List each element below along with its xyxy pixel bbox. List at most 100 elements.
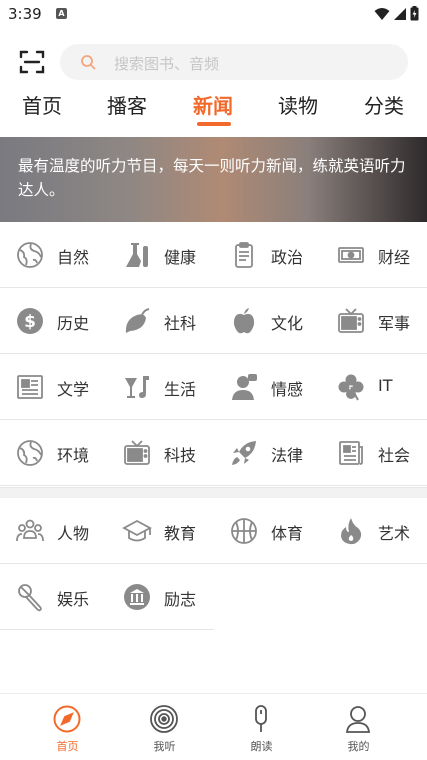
category-label: IT: [378, 376, 393, 395]
nav-profile[interactable]: 我的: [305, 694, 412, 760]
category-row: $ 历史 社科 文化 军事: [0, 288, 427, 354]
category-label: 社会: [378, 446, 411, 465]
graduation-cap-icon: [122, 519, 152, 542]
category-label: 自然: [57, 248, 90, 267]
wifi-icon: [374, 7, 390, 20]
category-politics[interactable]: 政治: [214, 222, 321, 288]
category-law[interactable]: 法律: [214, 420, 321, 486]
scan-icon: [19, 50, 45, 74]
section-divider: [0, 487, 427, 498]
category-education[interactable]: 教育: [107, 498, 214, 564]
scan-button[interactable]: [18, 48, 46, 76]
category-health[interactable]: 健康: [107, 222, 214, 288]
category-row: 文学 生活 情感 IT: [0, 354, 427, 420]
status-icons: [374, 6, 419, 21]
nav-read-aloud[interactable]: 朗读: [208, 694, 315, 760]
category-label: 历史: [57, 314, 90, 333]
search-input[interactable]: 搜索图书、音频: [60, 44, 408, 80]
notification-badge-icon: A: [56, 8, 67, 19]
category-label: 政治: [271, 248, 304, 267]
category-label: 军事: [378, 314, 411, 333]
category-label: 生活: [164, 380, 197, 399]
category-it[interactable]: IT: [321, 354, 427, 420]
category-label: 情感: [271, 380, 304, 399]
banknote-icon: [338, 247, 364, 263]
category-art[interactable]: 艺术: [321, 498, 427, 564]
newspaper-icon: [17, 375, 43, 399]
compass-icon: [53, 705, 81, 733]
category-label: 社科: [164, 314, 197, 333]
leaf-icon: [125, 308, 150, 333]
search-icon: [81, 55, 96, 70]
signal-icon: [394, 7, 406, 20]
mic-icon: [255, 705, 267, 732]
search-row: 搜索图书、音频: [0, 42, 427, 82]
category-emotion[interactable]: 情感: [214, 354, 321, 420]
people-icon: [16, 519, 44, 542]
news-banner[interactable]: 最有温度的听力节目，每天一则听力新闻，练就英语听力达人。: [0, 137, 427, 222]
globe-icon: [17, 242, 43, 268]
category-inspiration[interactable]: 励志: [107, 564, 214, 630]
microphone-icon: [18, 584, 42, 612]
category-culture[interactable]: 文化: [214, 288, 321, 354]
category-label: 财经: [378, 248, 411, 267]
tab-active-indicator: [197, 122, 231, 126]
category-row: 环境 科技 法律 社会: [0, 420, 427, 486]
nav-home[interactable]: 首页: [14, 694, 121, 760]
tv-icon: [338, 308, 364, 333]
apple-icon: [233, 308, 255, 334]
category-environment[interactable]: 环境: [0, 420, 107, 486]
tab-reading[interactable]: 读物: [278, 90, 318, 119]
globe-icon: [17, 440, 43, 466]
newspaper-icon: [339, 441, 363, 465]
category-finance[interactable]: 财经: [321, 222, 427, 288]
category-literature[interactable]: 文学: [0, 354, 107, 420]
flame-icon: [341, 518, 362, 545]
person-icon: [232, 374, 257, 400]
category-label: 励志: [164, 590, 197, 609]
dollar-icon: $: [17, 308, 43, 334]
category-military[interactable]: 军事: [321, 288, 427, 354]
nav-label: 朗读: [250, 740, 273, 753]
category-label: 人物: [57, 524, 90, 543]
svg-text:$: $: [24, 312, 36, 332]
tab-news[interactable]: 新闻: [193, 90, 233, 119]
category-social-science[interactable]: 社科: [107, 288, 214, 354]
category-row: 自然 健康 政治 财经: [0, 222, 427, 288]
status-bar: 3:39 A: [0, 0, 427, 30]
category-label: 科技: [164, 446, 197, 465]
tab-categories[interactable]: 分类: [364, 90, 404, 119]
category-people[interactable]: 人物: [0, 498, 107, 564]
vinyl-icon: [150, 705, 178, 733]
category-label: 环境: [57, 446, 90, 465]
battery-icon: [410, 6, 419, 21]
tab-podcast[interactable]: 播客: [107, 90, 147, 119]
user-icon: [345, 706, 371, 733]
clover-icon: [338, 374, 364, 401]
category-label: 艺术: [378, 524, 411, 543]
category-label: 文化: [271, 314, 304, 333]
category-label: 健康: [164, 248, 197, 267]
tab-home[interactable]: 首页: [22, 90, 62, 119]
bottom-nav: 首页 我听 朗读 我的: [0, 693, 427, 760]
category-label: 法律: [271, 446, 304, 465]
category-row: 人物 教育 体育 艺术: [0, 498, 427, 564]
category-nature[interactable]: 自然: [0, 222, 107, 288]
top-tabs: 首页 播客 新闻 读物 分类: [0, 88, 427, 132]
category-history[interactable]: $ 历史: [0, 288, 107, 354]
category-society[interactable]: 社会: [321, 420, 427, 486]
banner-text: 最有温度的听力节目，每天一则听力新闻，练就英语听力达人。: [18, 157, 406, 199]
category-sports[interactable]: 体育: [214, 498, 321, 564]
category-label: 体育: [271, 524, 304, 543]
nav-label: 首页: [56, 740, 79, 753]
category-technology[interactable]: 科技: [107, 420, 214, 486]
tv-icon: [124, 440, 150, 465]
category-life[interactable]: 生活: [107, 354, 214, 420]
flask-icon: [126, 243, 148, 267]
trophy-icon: [124, 584, 150, 610]
basketball-icon: [231, 518, 257, 544]
nav-label: 我的: [347, 740, 370, 753]
category-entertainment[interactable]: 娱乐: [0, 564, 107, 630]
nav-my-listening[interactable]: 我听: [111, 694, 218, 760]
category-label: 娱乐: [57, 590, 90, 609]
